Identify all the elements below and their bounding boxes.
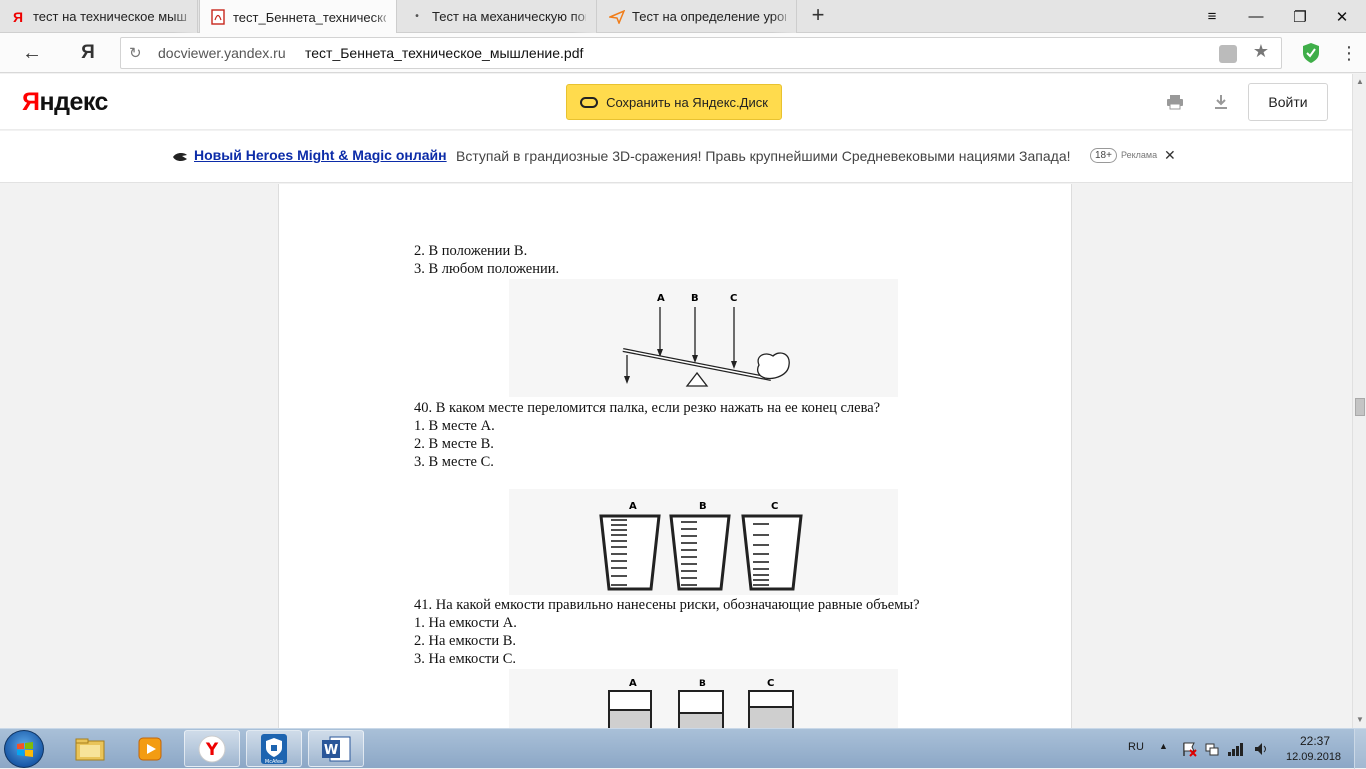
paper-plane-favicon-icon: [609, 9, 625, 25]
more-menu-icon[interactable]: ⋮: [1340, 41, 1358, 65]
label-b: B: [699, 679, 706, 689]
explorer-icon: [75, 738, 105, 760]
tab-title: тест на техническое мышление: [33, 9, 187, 24]
containers-figure: A B C: [509, 669, 898, 728]
address-host: docviewer.yandex.ru: [158, 45, 286, 61]
answer-option: 3. На емкости С.: [414, 651, 517, 667]
address-path: тест_Беннета_техническое_мышление.pdf: [305, 45, 584, 61]
minimize-button[interactable]: —: [1234, 0, 1278, 33]
svg-text:Y: Y: [205, 740, 219, 760]
pdf-page: 2. В положении В. 3. В любом положении. …: [278, 184, 1072, 728]
ad-banner: Новый Heroes Might & Magic онлайн Вступа…: [0, 131, 1352, 183]
label-a: A: [629, 678, 637, 689]
label-c: C: [730, 293, 737, 304]
label-c: C: [771, 501, 778, 512]
answer-option: 3. В любом положении.: [414, 261, 560, 277]
save-to-disk-label: Сохранить на Яндекс.Диск: [606, 94, 768, 110]
clock-date[interactable]: 12.09.2018: [1286, 751, 1341, 763]
answer-option: 2. В месте В.: [414, 436, 494, 452]
disk-icon: [580, 96, 599, 108]
pdf-favicon-icon: [210, 9, 226, 25]
ad-label: Реклама: [1121, 150, 1158, 160]
taskbar-yandex-browser[interactable]: Y: [184, 730, 240, 767]
tab-technical-thinking-search[interactable]: Я тест на техническое мышление: [0, 0, 198, 33]
media-player-icon: [138, 737, 162, 760]
taskbar-explorer[interactable]: [62, 730, 118, 767]
volume-icon[interactable]: [1253, 741, 1269, 757]
start-button[interactable]: [4, 730, 44, 768]
browser-menu-button[interactable]: ≡: [1190, 0, 1234, 33]
close-window-button[interactable]: ✕: [1320, 0, 1364, 33]
vertical-scrollbar[interactable]: ▲ ▼: [1352, 74, 1366, 728]
yandex-logo[interactable]: Яндекс: [22, 88, 108, 117]
signal-strength-icon[interactable]: [1227, 741, 1245, 757]
tray-expand-icon[interactable]: ▲: [1159, 741, 1168, 751]
clock-time[interactable]: 22:37: [1300, 734, 1330, 748]
scrollbar-thumb[interactable]: [1355, 398, 1365, 416]
svg-text:W: W: [324, 743, 338, 758]
yandex-browser-icon: Y: [198, 735, 226, 762]
document-viewport[interactable]: 2. В положении В. 3. В любом положении. …: [0, 184, 1352, 728]
vessels-figure: A B C: [509, 489, 898, 595]
ad-text[interactable]: Вступай в грандиозные 3D-сражения! Правь…: [456, 148, 1071, 164]
label-a: A: [657, 293, 665, 304]
login-button[interactable]: Войти: [1248, 83, 1328, 121]
tab-title: Тест на определение уровня: [632, 9, 786, 24]
address-bar[interactable]: ↻ docviewer.yandex.ru тест_Беннета_техни…: [120, 37, 1282, 69]
back-button[interactable]: ←: [18, 39, 46, 67]
yandex-home-button[interactable]: Я: [74, 39, 102, 67]
dot-favicon-icon: •: [415, 11, 419, 22]
ad-title-link[interactable]: Новый Heroes Might & Magic онлайн: [194, 147, 447, 163]
taskbar-word[interactable]: W: [308, 730, 364, 767]
answer-option: 2. В положении В.: [414, 243, 528, 259]
scroll-down-arrow-icon[interactable]: ▼: [1355, 715, 1365, 725]
label-b: B: [691, 293, 699, 304]
taskbar-mcafee[interactable]: McAfee: [246, 730, 302, 767]
download-icon[interactable]: [1212, 94, 1230, 110]
language-indicator[interactable]: RU: [1128, 741, 1144, 753]
action-center-flag-icon[interactable]: [1181, 741, 1197, 757]
tab-bennett-pdf[interactable]: тест_Беннета_техническое_мышление.pdf: [199, 0, 397, 34]
ad-game-icon: [173, 152, 187, 162]
windows-logo-icon: [17, 742, 33, 757]
question-40: 40. В каком месте переломится палка, есл…: [414, 400, 881, 416]
answer-option: 2. На емкости В.: [414, 633, 517, 649]
taskbar-media-player[interactable]: [122, 730, 178, 767]
tab-level-test[interactable]: Тест на определение уровня: [599, 0, 797, 33]
reload-icon[interactable]: ↻: [129, 44, 142, 62]
answer-option: 1. В месте А.: [414, 418, 495, 434]
tab-strip: Я тест на техническое мышление тест_Бенн…: [0, 0, 1366, 34]
age-rating-badge: 18+: [1090, 148, 1117, 163]
windows-taskbar: Y McAfee W RU ▲ 22:37 12.09.2018: [0, 728, 1366, 769]
scroll-up-arrow-icon[interactable]: ▲: [1355, 77, 1365, 87]
save-to-disk-button[interactable]: Сохранить на Яндекс.Диск: [566, 84, 782, 120]
new-tab-button[interactable]: +: [806, 4, 830, 28]
answer-option: 3. В месте С.: [414, 454, 494, 470]
print-icon[interactable]: [1166, 94, 1184, 110]
tab-title: Тест на механическую понятливость: [432, 9, 586, 24]
viewer-header: Яндекс Сохранить на Яндекс.Диск Войти: [0, 74, 1352, 130]
answer-option: 1. На емкости А.: [414, 615, 517, 631]
tab-mechanical-test[interactable]: • Тест на механическую понятливость: [399, 0, 597, 33]
protect-icon[interactable]: [1219, 45, 1237, 63]
navigation-bar: ← Я ↻ docviewer.yandex.ru тест_Беннета_т…: [0, 33, 1366, 73]
svg-text:McAfee: McAfee: [265, 759, 283, 765]
show-desktop-button[interactable]: [1354, 729, 1366, 769]
label-a: A: [629, 501, 637, 512]
ad-close-icon[interactable]: ✕: [1164, 147, 1176, 164]
lever-figure: A B C: [509, 279, 898, 397]
yandex-favicon-icon: Я: [12, 8, 24, 25]
extension-shield-icon[interactable]: [1302, 42, 1320, 64]
restore-button[interactable]: ❐: [1278, 0, 1322, 33]
mcafee-icon: McAfee: [261, 733, 287, 765]
word-icon: W: [322, 736, 351, 761]
tab-title: тест_Беннета_техническое_мышление.pdf: [233, 9, 386, 25]
network-devices-icon[interactable]: [1204, 741, 1220, 757]
label-b: B: [699, 501, 707, 512]
question-41: 41. На какой емкости правильно нанесены …: [414, 597, 920, 613]
bookmark-star-icon[interactable]: ★: [1253, 41, 1269, 62]
label-c: C: [767, 678, 774, 689]
